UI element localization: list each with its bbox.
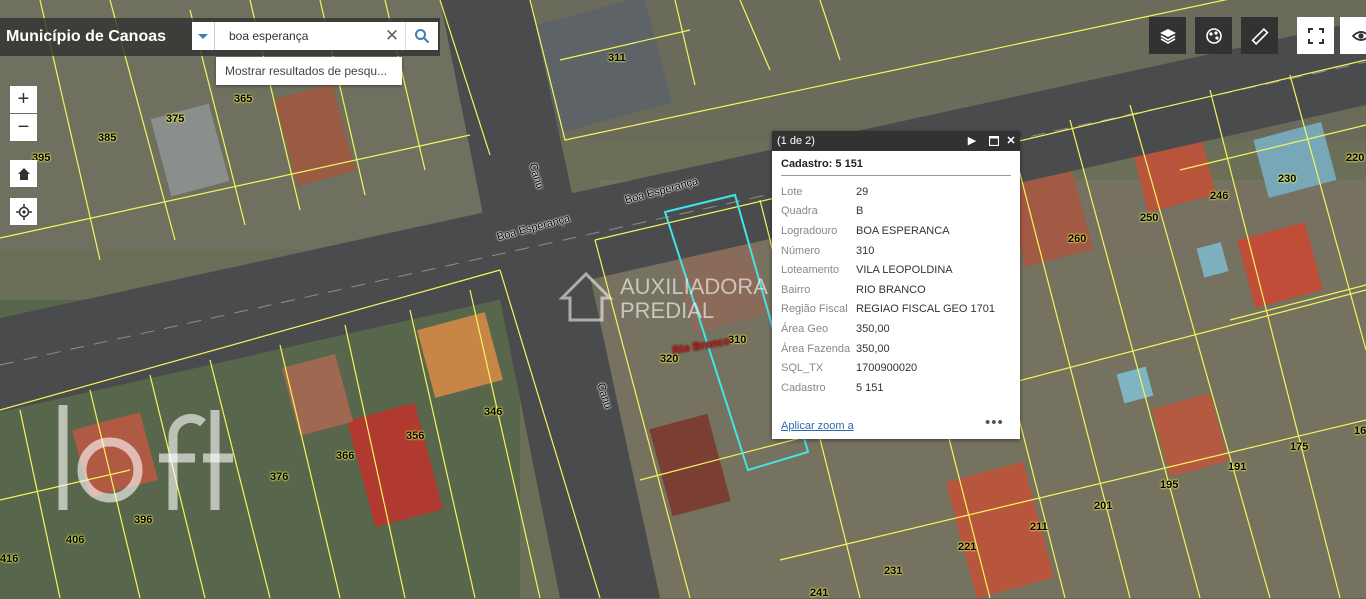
- parcel-label: 406: [66, 534, 85, 546]
- attribute-row: Bairro RIO BRANCO: [781, 280, 995, 300]
- parcel-label: 221: [958, 541, 977, 553]
- attribute-key: Loteamento: [781, 264, 840, 277]
- attribute-value: 310: [856, 244, 875, 257]
- visibility-button[interactable]: [1340, 17, 1366, 54]
- attribute-row: Região Fiscal REGIAO FISCAL GEO 1701: [781, 300, 995, 320]
- parcel-label: 365: [234, 93, 253, 105]
- attribute-value: RIO BRANCO: [856, 283, 926, 296]
- attribute-key: SQL_TX: [781, 362, 824, 375]
- clear-search-icon[interactable]: ✕: [381, 22, 403, 50]
- layers-button[interactable]: [1149, 17, 1186, 54]
- attribute-row: Cadastro 5 151: [781, 378, 995, 398]
- parcel-label: 230: [1278, 173, 1297, 185]
- more-actions-icon[interactable]: •••: [985, 414, 1004, 431]
- parcel-label: 250: [1140, 212, 1159, 224]
- attribute-key: Área Geo: [781, 322, 829, 335]
- attribute-key: Área Fazenda: [781, 342, 851, 355]
- attributes-table: Lote 29 Quadra B Logradouro BOA ESPERANCA Núme…: [781, 182, 995, 398]
- search-source-dropdown[interactable]: [192, 22, 215, 50]
- attribute-row: Logradouro BOA ESPERANCA: [781, 221, 995, 241]
- attribute-key: Bairro: [781, 283, 811, 296]
- attribute-key: Logradouro: [781, 224, 838, 237]
- attribute-value: 1700900020: [856, 362, 918, 375]
- popup-title: Cadastro: 5 151: [781, 158, 1011, 176]
- zoom-in-button[interactable]: +: [10, 86, 37, 113]
- parcel-label: 201: [1094, 500, 1113, 512]
- attribute-key: Lote: [781, 185, 803, 198]
- home-icon: [17, 167, 30, 180]
- fullscreen-button[interactable]: [1297, 17, 1334, 54]
- attribute-value: 29: [856, 185, 869, 198]
- parcel-label: 175: [1290, 441, 1309, 453]
- search-button[interactable]: [405, 22, 438, 50]
- locate-button[interactable]: [10, 198, 37, 225]
- layers-icon: [1159, 28, 1176, 44]
- attribute-row: Área Fazenda 350,00: [781, 339, 995, 359]
- eye-icon: [1352, 30, 1366, 41]
- zoom-to-link[interactable]: Aplicar zoom a: [781, 420, 854, 432]
- svg-text:PREDIAL: PREDIAL: [620, 298, 714, 323]
- attribute-row: Lote 29: [781, 182, 995, 202]
- loft-logo-watermark: [58, 405, 233, 510]
- attribute-value: REGIAO FISCAL GEO 1701: [856, 303, 995, 316]
- attribute-row: Quadra B: [781, 202, 995, 222]
- parcel-label: 366: [336, 450, 355, 462]
- basemap-gallery-button[interactable]: [1195, 17, 1232, 54]
- popup-counter: (1 de 2): [777, 135, 815, 147]
- attribute-value: 350,00: [856, 322, 890, 335]
- parcel-label: 376: [270, 471, 289, 483]
- parcel-label: 356: [406, 430, 425, 442]
- app-title: Município de Canoas: [0, 18, 188, 56]
- parcel-label: 416: [0, 553, 19, 565]
- attribute-value: BOA ESPERANCA: [856, 224, 950, 237]
- parcel-label: 231: [884, 565, 903, 577]
- attribute-row: SQL_TX 1700900020: [781, 358, 995, 378]
- svg-text:AUXILIADORA: AUXILIADORA: [620, 274, 768, 299]
- parcel-label: 195: [1160, 479, 1179, 491]
- parcel-label: 191: [1228, 461, 1247, 473]
- feature-popup: (1 de 2) ▶ ✕ Cadastro: 5 151 Lote 29 Quadr…: [772, 131, 1020, 439]
- home-button[interactable]: [10, 160, 37, 187]
- attribute-row: Número 310: [781, 241, 995, 261]
- attribute-key: Quadra: [781, 205, 818, 218]
- search-suggestion[interactable]: Mostrar resultados de pesqu...: [216, 57, 402, 85]
- maximize-icon[interactable]: [986, 131, 1002, 151]
- locate-icon: [15, 203, 32, 220]
- auxiliadora-predial-watermark: AUXILIADORA PREDIAL: [558, 271, 768, 323]
- attribute-row: Loteamento VILA LEOPOLDINA: [781, 260, 995, 280]
- search-icon: [415, 29, 430, 44]
- attribute-key: Número: [781, 244, 821, 257]
- fullscreen-icon: [1307, 27, 1324, 44]
- measure-button[interactable]: [1241, 17, 1278, 54]
- basemap-gallery-icon: [1205, 27, 1222, 44]
- popup-header: (1 de 2) ▶ ✕: [772, 131, 1020, 151]
- attribute-key: Região Fiscal: [781, 303, 848, 316]
- parcel-label: 246: [1210, 190, 1229, 202]
- measure-icon: [1250, 27, 1269, 45]
- parcel-label: 16: [1354, 425, 1366, 437]
- attribute-value: 5 151: [856, 381, 884, 394]
- close-icon[interactable]: ✕: [1003, 131, 1019, 151]
- parcel-label: 260: [1068, 233, 1087, 245]
- attribute-value: B: [856, 205, 864, 218]
- parcel-label: 346: [484, 406, 503, 418]
- attribute-row: Área Geo 350,00: [781, 319, 995, 339]
- next-feature-icon[interactable]: ▶: [964, 131, 980, 151]
- parcel-label: 220: [1346, 152, 1365, 164]
- parcel-label: 385: [98, 132, 117, 144]
- attribute-key: Cadastro: [781, 381, 826, 394]
- attribute-value: 350,00: [856, 342, 890, 355]
- parcel-label: 375: [166, 113, 185, 125]
- search-input[interactable]: boa esperança: [215, 22, 405, 50]
- parcel-label: 311: [608, 52, 626, 64]
- parcel-label: 241: [810, 587, 829, 599]
- zoom-out-button[interactable]: −: [10, 114, 37, 141]
- attribute-value: VILA LEOPOLDINA: [856, 264, 953, 277]
- parcel-label: 211: [1030, 521, 1048, 533]
